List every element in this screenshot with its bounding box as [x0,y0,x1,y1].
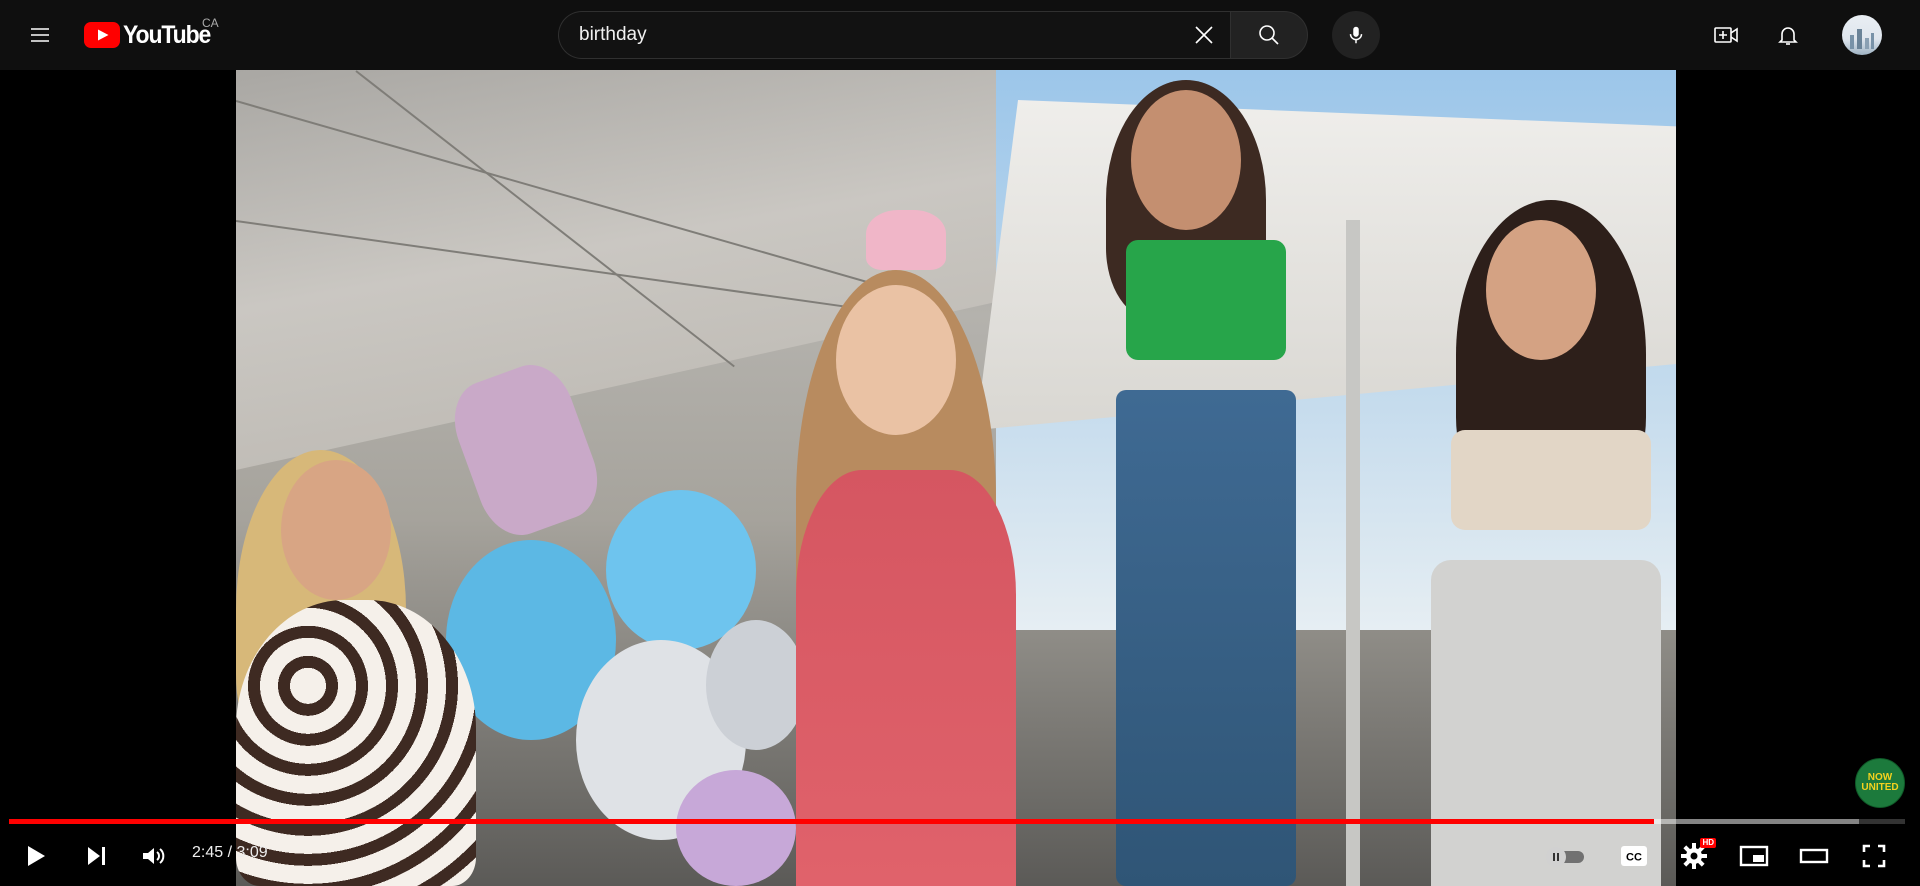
search-button[interactable] [1230,11,1308,59]
youtube-logo[interactable]: YouTube CA [84,16,219,50]
masthead: YouTube CA birthday [0,0,1920,70]
logo-text: YouTube [123,20,211,49]
video-player[interactable]: NOW UNITED [0,70,1920,886]
theater-mode-button[interactable] [1790,832,1838,880]
cc-label: CC [1626,852,1642,864]
mute-button[interactable] [130,832,178,880]
person-head [281,460,391,600]
person-head [1131,90,1241,230]
autoplay-toggle[interactable] [1546,847,1588,867]
avatar-image-part [1871,33,1874,49]
progress-played [9,819,1655,824]
search-input-value[interactable]: birthday [579,24,1184,46]
fullscreen-button[interactable] [1850,832,1898,880]
microphone-icon [1349,26,1363,44]
time-display: 2:45 / 3:09 [192,844,268,862]
avatar-image-part [1850,35,1854,49]
autoplay-toggle-icon [1546,847,1566,867]
avatar[interactable] [1842,15,1882,55]
umbrella-pole [1346,220,1360,886]
progress-bar[interactable] [9,819,1905,824]
crop-top [1451,430,1651,530]
green-top [1126,240,1286,360]
person-head [836,285,956,435]
time-separator: / [223,844,237,861]
cc-icon: CC [1621,846,1647,866]
cake-hat [866,210,946,270]
fullscreen-icon [1862,844,1886,868]
avatar-image-part [1865,38,1869,49]
play-icon [28,846,45,866]
balloon [706,620,806,750]
close-icon [1195,26,1213,44]
volume-icon [143,848,165,864]
next-icon [88,847,105,865]
voice-search-button[interactable] [1332,11,1380,59]
player-controls: 2:45 / 3:09 CC HD [0,826,1920,880]
duration: 3:09 [236,844,268,861]
subtitles-button[interactable]: CC [1610,832,1658,880]
settings-button[interactable]: HD [1670,832,1718,880]
next-button[interactable] [72,832,120,880]
watermark-text: NOW UNITED [1861,772,1899,793]
notifications-button[interactable] [1768,15,1808,55]
create-button[interactable] [1706,15,1746,55]
clear-search-button[interactable] [1184,15,1224,55]
jeans [1116,390,1296,886]
miniplayer-button[interactable] [1730,832,1778,880]
video-add-icon [1714,27,1738,43]
youtube-play-logo-icon [84,22,120,48]
play-button[interactable] [12,832,60,880]
country-code: CA [202,16,219,30]
channel-watermark[interactable]: NOW UNITED [1855,758,1905,808]
search-input[interactable]: birthday [558,11,1230,59]
search-icon [1259,25,1279,45]
guide-menu-button[interactable] [20,15,60,55]
video-frame[interactable] [236,70,1676,886]
hamburger-menu-icon [31,28,49,42]
search-form: birthday [558,10,1308,60]
person-head [1486,220,1596,360]
hd-badge: HD [1700,838,1716,848]
theater-mode-icon [1799,848,1829,864]
miniplayer-icon [1739,845,1769,867]
pause-glyph-icon [1553,853,1559,861]
current-time: 2:45 [192,844,224,861]
avatar-image-part [1857,29,1862,49]
bell-icon [1778,27,1798,45]
